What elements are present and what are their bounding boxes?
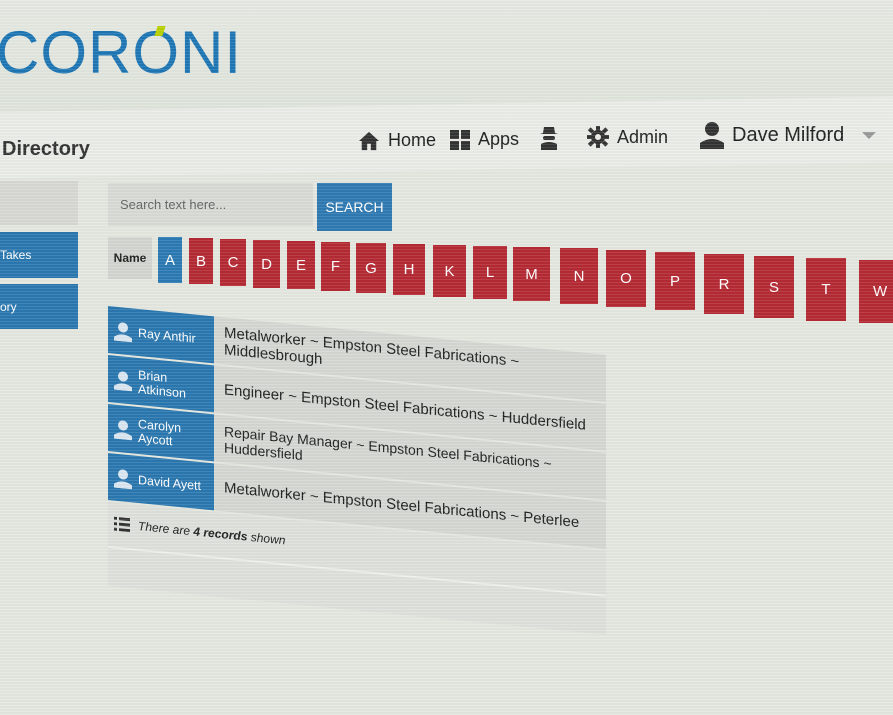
person-icon — [114, 419, 132, 440]
record-name: David Ayett — [138, 472, 202, 493]
record-name: Brian Atkinson — [138, 367, 186, 401]
letter-button-s[interactable]: S — [754, 256, 794, 318]
letter-button-e[interactable]: E — [287, 241, 315, 289]
results-table: Ray Anthir Metalworker ~ Empston Steel F… — [108, 306, 608, 656]
person-icon — [114, 370, 132, 391]
person-icon — [114, 468, 132, 489]
letter-button-n[interactable]: N — [560, 248, 598, 304]
letter-button-d[interactable]: D — [253, 240, 280, 288]
letter-button-m[interactable]: M — [513, 247, 550, 301]
letter-button-k[interactable]: K — [433, 245, 466, 297]
letter-button-c[interactable]: C — [220, 239, 246, 286]
record-name: Carolyn Aycott — [138, 416, 182, 448]
list-icon — [114, 516, 130, 533]
letter-button-t[interactable]: T — [806, 258, 846, 321]
letter-button-a[interactable]: A — [158, 237, 182, 283]
letter-button-f[interactable]: F — [321, 242, 350, 291]
letter-button-b[interactable]: B — [189, 238, 213, 284]
letter-button-w[interactable]: W — [859, 260, 893, 323]
record-name-cell[interactable]: Brian Atkinson — [108, 355, 214, 413]
person-icon — [114, 321, 132, 342]
letter-button-g[interactable]: G — [356, 243, 386, 293]
record-name-cell[interactable]: Ray Anthir — [108, 306, 214, 364]
letter-button-r[interactable]: R — [704, 254, 744, 314]
record-name: Ray Anthir — [138, 325, 196, 346]
letter-button-l[interactable]: L — [473, 246, 507, 299]
letter-button-h[interactable]: H — [393, 244, 425, 295]
letter-button-o[interactable]: O — [606, 250, 646, 307]
record-name-cell[interactable]: Carolyn Aycott — [108, 404, 214, 462]
filter-label: Name — [108, 237, 152, 279]
letter-button-p[interactable]: P — [655, 252, 695, 310]
record-name-cell[interactable]: David Ayett — [108, 453, 214, 511]
